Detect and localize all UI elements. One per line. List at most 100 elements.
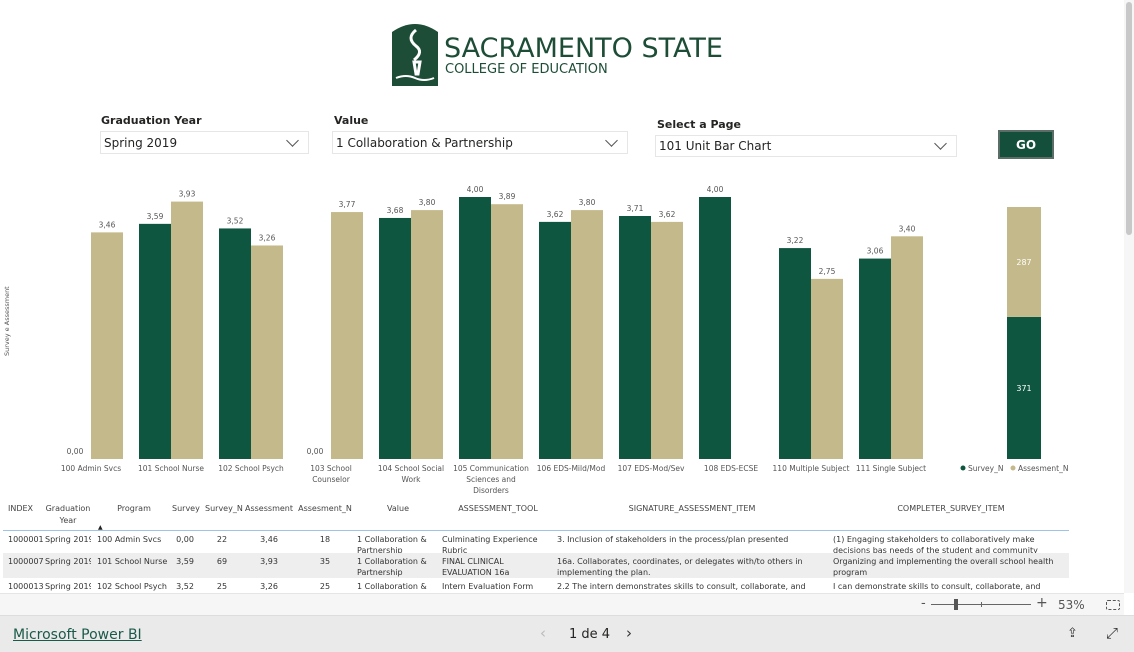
data-label: 3,62 bbox=[547, 210, 564, 219]
legend-marker bbox=[1010, 465, 1016, 471]
table-cell: 0,00 bbox=[176, 535, 194, 544]
column-header[interactable]: INDEX bbox=[8, 503, 44, 515]
bar-assessment[interactable] bbox=[91, 232, 123, 459]
previous-page-icon[interactable]: ‹ bbox=[540, 624, 546, 642]
table-row[interactable]: 1000007 Spring 2019 101 School Nurse 3,59 69… bbox=[3, 553, 1069, 578]
power-bi-link[interactable]: Microsoft Power BI bbox=[13, 627, 142, 643]
zoom-tick bbox=[981, 602, 982, 607]
column-header[interactable]: COMPLETER_SURVEY_ITEM bbox=[833, 503, 1069, 515]
x-tick-label: Sciences and bbox=[466, 475, 516, 484]
next-page-icon[interactable]: › bbox=[626, 624, 632, 642]
zoom-level: 53% bbox=[1058, 598, 1085, 612]
bar-assessment[interactable] bbox=[411, 210, 443, 459]
data-label: 3,71 bbox=[627, 204, 644, 213]
fit-to-page-icon[interactable] bbox=[1106, 600, 1120, 610]
legend-label: Survey_N bbox=[968, 464, 1003, 473]
bar-survey[interactable] bbox=[539, 221, 571, 459]
data-label: 3,77 bbox=[339, 200, 356, 209]
stacked-data-label: 287 bbox=[1016, 258, 1031, 267]
column-header[interactable]: Graduation Year bbox=[45, 503, 91, 527]
legend-label: Assesment_N bbox=[1018, 464, 1068, 473]
data-label: 3,93 bbox=[179, 190, 196, 199]
data-label: 0,00 bbox=[67, 447, 84, 456]
x-tick-label: 107 EDS-Mod/Sev bbox=[618, 464, 685, 473]
column-header[interactable]: Assessment bbox=[245, 503, 293, 515]
x-tick-label: 104 School Social bbox=[378, 464, 444, 473]
table-cell: 1000001 bbox=[8, 535, 44, 544]
table-cell: 3,26 bbox=[260, 582, 278, 591]
x-tick-label: 100 Admin Svcs bbox=[61, 464, 121, 473]
data-label: 3,68 bbox=[387, 206, 404, 215]
bar-survey[interactable] bbox=[859, 258, 891, 459]
bar-assessment[interactable] bbox=[491, 204, 523, 459]
x-tick-label: 110 Multiple Subject bbox=[773, 464, 850, 473]
table-cell: 1 Collaboration & bbox=[357, 582, 427, 591]
table-cell: 16a. Collaborates, coordinates, or deleg… bbox=[557, 557, 803, 577]
table-cell: 69 bbox=[216, 557, 228, 566]
x-tick-label: 103 School bbox=[310, 464, 352, 473]
table-cell: 3,46 bbox=[260, 535, 278, 544]
table-cell: I can demonstrate skills to consult, col… bbox=[833, 582, 1041, 591]
data-label: 3,59 bbox=[147, 212, 164, 221]
table-cell: 3,93 bbox=[260, 557, 278, 566]
data-label: 3,62 bbox=[659, 210, 676, 219]
bar-assessment[interactable] bbox=[571, 210, 603, 459]
data-label: 2,75 bbox=[819, 267, 836, 276]
bar-survey[interactable] bbox=[779, 248, 811, 459]
table-row[interactable]: 1000013 Spring 2019 102 School Psych 3,52 25… bbox=[3, 578, 1069, 592]
column-header[interactable]: Survey_N bbox=[205, 503, 243, 515]
column-header[interactable]: ASSESSMENT_TOOL bbox=[442, 503, 554, 515]
x-tick-label: 108 EDS-ECSE bbox=[704, 464, 758, 473]
table-cell: 102 School Psych bbox=[97, 582, 167, 591]
table-cell: 1 Collaboration & Partnership bbox=[357, 557, 427, 577]
data-label: 4,00 bbox=[707, 185, 724, 194]
bar-assessment[interactable] bbox=[171, 201, 203, 459]
fullscreen-icon[interactable]: ⤢ bbox=[1106, 624, 1118, 642]
bar-survey[interactable] bbox=[459, 197, 491, 459]
table-cell: 100 Admin Svcs bbox=[97, 535, 162, 544]
data-label: 3,06 bbox=[867, 247, 884, 256]
share-icon[interactable]: ⇪ bbox=[1067, 626, 1078, 641]
zoom-in-button[interactable]: + bbox=[1036, 595, 1048, 611]
column-header[interactable]: Assesment_N bbox=[297, 503, 353, 515]
data-label: 3,40 bbox=[899, 224, 916, 233]
bar-survey[interactable] bbox=[139, 223, 171, 459]
bar-survey[interactable] bbox=[619, 215, 651, 459]
bar-assessment[interactable] bbox=[651, 221, 683, 459]
data-label: 3,22 bbox=[787, 236, 804, 245]
table-cell: Intern Evaluation Form bbox=[442, 582, 534, 591]
table-cell: 25 bbox=[216, 582, 228, 591]
zoom-slider-thumb[interactable] bbox=[954, 599, 958, 610]
table-cell: 25 bbox=[319, 582, 331, 591]
data-label: 3,80 bbox=[419, 198, 436, 207]
bar-assessment[interactable] bbox=[811, 278, 843, 459]
x-tick-label: Disorders bbox=[473, 486, 509, 495]
x-tick-label: 105 Communication bbox=[453, 464, 529, 473]
data-label: 3,52 bbox=[227, 216, 244, 225]
column-header[interactable]: SIGNATURE_ASSESSMENT_ITEM bbox=[557, 503, 827, 515]
table-cell: 2.2 The intern demonstrates skills to co… bbox=[557, 582, 806, 591]
bar-assessment[interactable] bbox=[251, 245, 283, 459]
y-axis-label: Survey e Assessment bbox=[3, 286, 11, 356]
table-cell: Spring 2019 bbox=[45, 582, 91, 591]
bar-survey[interactable] bbox=[699, 197, 731, 459]
table-cell: 3,52 bbox=[176, 582, 194, 591]
bar-survey[interactable] bbox=[219, 228, 251, 459]
zoom-out-button[interactable]: - bbox=[921, 596, 926, 611]
bar-assessment[interactable] bbox=[891, 236, 923, 459]
table-cell: 1000007 bbox=[8, 557, 44, 566]
data-label: 3,89 bbox=[499, 192, 516, 201]
column-header[interactable]: Value bbox=[357, 503, 439, 515]
x-tick-label: 111 Single Subject bbox=[856, 464, 926, 473]
column-header[interactable]: Program bbox=[97, 503, 171, 515]
table-row[interactable]: 1000001 Spring 2019 100 Admin Svcs 0,00 22 3,… bbox=[3, 531, 1069, 555]
data-label: 3,80 bbox=[579, 198, 596, 207]
table-cell: 1000013 bbox=[8, 582, 44, 591]
column-header[interactable]: Survey bbox=[172, 503, 200, 515]
x-tick-label: 106 EDS-Mild/Mod bbox=[537, 464, 606, 473]
x-tick-label: Counselor bbox=[312, 475, 351, 484]
table-cell: 22 bbox=[216, 535, 228, 544]
bar-survey[interactable] bbox=[379, 217, 411, 459]
bar-assessment[interactable] bbox=[331, 212, 363, 459]
scrollbar-thumb[interactable] bbox=[1126, 2, 1132, 235]
